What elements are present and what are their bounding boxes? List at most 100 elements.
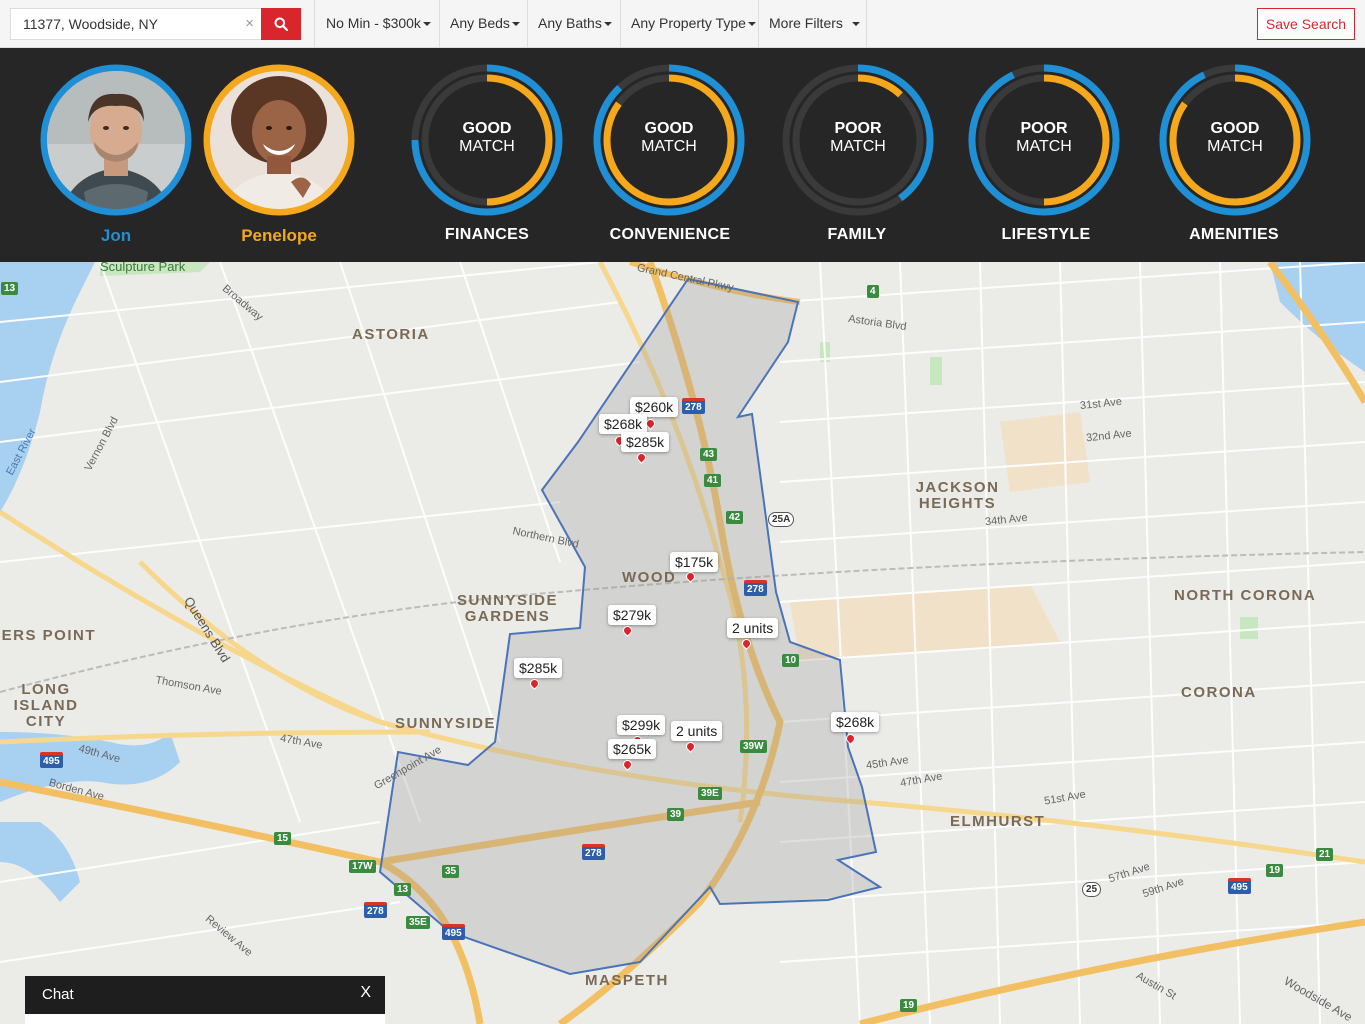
- match-category-lifestyle: LIFESTYLE: [1001, 226, 1091, 243]
- beds-filter[interactable]: Any Beds: [450, 15, 520, 31]
- filter-bar: × No Min - $300k Any Beds Any Baths Any …: [0, 0, 1365, 48]
- divider: [620, 0, 621, 48]
- match-rating-value: GOOD: [1210, 120, 1260, 137]
- divider: [439, 0, 440, 48]
- match-rating-value: GOOD: [644, 120, 694, 137]
- avatar-penelope[interactable]: [203, 64, 355, 216]
- highway-shield: 35: [442, 865, 460, 878]
- highway-shield: 495: [1228, 878, 1251, 894]
- match-rating: GOOD MATCH: [591, 120, 747, 156]
- street-label: Sculpture Park: [100, 262, 186, 274]
- match-rating-word: MATCH: [1016, 138, 1072, 155]
- match-rating-word: MATCH: [830, 138, 886, 155]
- match-category-amenities: AMENITIES: [1189, 226, 1279, 243]
- more-filters[interactable]: More Filters: [769, 15, 860, 31]
- search-icon: [274, 17, 288, 31]
- save-search-button[interactable]: Save Search: [1257, 8, 1355, 40]
- area-label-sunnyside-gardens: SUNNYSIDE GARDENS: [456, 592, 559, 625]
- match-gauge-amenities[interactable]: GOOD MATCH: [1157, 62, 1313, 218]
- match-category-convenience: CONVENIENCE: [609, 226, 731, 243]
- listing-price-tag[interactable]: $268k: [831, 712, 880, 732]
- listing-price-tag[interactable]: $285k: [514, 658, 563, 678]
- caret-down-icon: [511, 22, 520, 27]
- match-rating-word: MATCH: [1207, 138, 1263, 155]
- match-rating: GOOD MATCH: [409, 120, 565, 156]
- divider: [314, 0, 315, 48]
- map-view[interactable]: ASTORIA JACKSON HEIGHTS NORTH CORONA COR…: [0, 262, 1365, 1024]
- search-button[interactable]: [261, 8, 301, 40]
- highway-shield: 35E: [406, 916, 430, 929]
- area-label-jackson-heights: JACKSON HEIGHTS: [915, 479, 1000, 512]
- clear-search-icon[interactable]: ×: [245, 15, 254, 33]
- highway-shield: 39: [667, 808, 685, 821]
- match-gauge-finances[interactable]: GOOD MATCH: [409, 62, 565, 218]
- listing-price-tag[interactable]: $279k: [608, 605, 657, 625]
- caret-down-icon: [603, 22, 612, 27]
- listing-price-tag[interactable]: 2 units: [671, 721, 723, 741]
- match-panel: Jon Penelope GOOD MATCH FINANCES GOOD MATCH C…: [0, 48, 1365, 262]
- area-label-elmhurst: ELMHURST: [950, 813, 1046, 830]
- beds-filter-label: Any Beds: [450, 15, 510, 31]
- listing-price-tag[interactable]: $268k: [599, 414, 648, 434]
- highway-shield: 25: [1082, 882, 1102, 897]
- match-gauge-lifestyle[interactable]: POOR MATCH: [966, 62, 1122, 218]
- area-label-woodside: WOODSIDE: [622, 569, 674, 586]
- price-filter-label: No Min - $300k: [326, 15, 421, 31]
- match-rating-value: POOR: [834, 120, 882, 137]
- chat-close-button[interactable]: X: [360, 984, 371, 1002]
- highway-shield: 39W: [740, 740, 767, 753]
- avatar-penelope-image: [203, 64, 355, 216]
- person-name-penelope: Penelope: [241, 226, 317, 245]
- area-label-long-island-city: LONG ISLAND CITY: [13, 681, 79, 730]
- area-label-hunters-point: HUNTERS POINT: [0, 627, 97, 644]
- listing-price-tag[interactable]: $285k: [621, 432, 670, 452]
- highway-shield: 278: [364, 902, 387, 918]
- property-type-filter[interactable]: Any Property Type: [631, 15, 756, 31]
- property-type-filter-label: Any Property Type: [631, 15, 746, 31]
- price-filter[interactable]: No Min - $300k: [326, 15, 431, 31]
- caret-down-icon: [851, 22, 860, 27]
- match-rating-word: MATCH: [641, 138, 697, 155]
- area-label-maspeth: MASPETH: [585, 972, 669, 989]
- highway-shield: 278: [682, 398, 705, 414]
- listing-price-tag[interactable]: $175k: [670, 552, 719, 572]
- search-input[interactable]: [11, 9, 233, 39]
- divider: [866, 0, 867, 48]
- highway-shield: 13: [394, 883, 412, 896]
- match-rating: GOOD MATCH: [1157, 120, 1313, 156]
- match-rating-word: MATCH: [459, 138, 515, 155]
- match-gauge-family[interactable]: POOR MATCH: [780, 62, 936, 218]
- chat-widget[interactable]: Chat X: [25, 976, 385, 1024]
- avatar-jon-image: [40, 64, 192, 216]
- area-label-astoria: ASTORIA: [352, 326, 430, 343]
- divider: [758, 0, 759, 48]
- match-category-finances: FINANCES: [444, 226, 530, 243]
- listing-price-tag[interactable]: 2 units: [727, 618, 779, 638]
- highway-shield: 495: [40, 752, 63, 768]
- person-name-jon: Jon: [100, 226, 132, 245]
- listing-price-tag[interactable]: $265k: [608, 739, 657, 759]
- highway-shield: 21: [1316, 848, 1334, 861]
- listing-price-tag[interactable]: $299k: [617, 715, 666, 735]
- area-label-north-corona: NORTH CORONA: [1174, 587, 1317, 604]
- search-box: ×: [10, 8, 262, 40]
- baths-filter[interactable]: Any Baths: [538, 15, 612, 31]
- more-filters-label: More Filters: [769, 15, 843, 31]
- highway-shield: 4: [867, 285, 879, 298]
- highway-shield: 41: [704, 474, 722, 487]
- highway-shield: 278: [582, 844, 605, 860]
- highway-shield: 19: [900, 999, 918, 1012]
- match-rating-value: GOOD: [462, 120, 512, 137]
- highway-shield: 19: [1266, 864, 1284, 877]
- avatar-jon[interactable]: [40, 64, 192, 216]
- highway-shield: 495: [442, 924, 465, 940]
- highway-shield: 17W: [349, 860, 376, 873]
- match-rating-value: POOR: [1020, 120, 1068, 137]
- area-label-corona: CORONA: [1181, 684, 1257, 701]
- match-gauge-convenience[interactable]: GOOD MATCH: [591, 62, 747, 218]
- baths-filter-label: Any Baths: [538, 15, 602, 31]
- match-rating: POOR MATCH: [780, 120, 936, 156]
- match-rating: POOR MATCH: [966, 120, 1122, 156]
- highway-shield: 43: [700, 448, 718, 461]
- area-label-sunnyside: SUNNYSIDE: [395, 715, 497, 732]
